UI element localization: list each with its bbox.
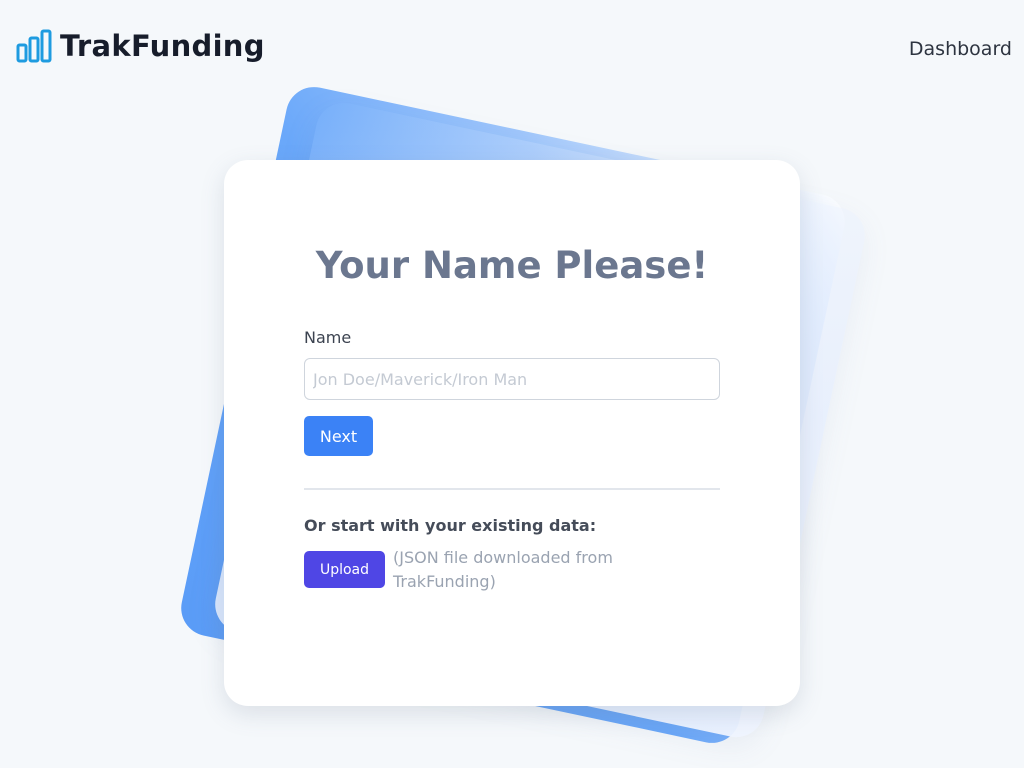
header: TrakFunding Dashboard bbox=[0, 0, 1024, 96]
nav-dashboard-link[interactable]: Dashboard bbox=[909, 38, 1012, 60]
name-field-label: Name bbox=[304, 328, 352, 347]
page-title: Your Name Please! bbox=[315, 244, 709, 287]
page: TrakFunding Dashboard Your Name Please! … bbox=[0, 0, 1024, 768]
next-button[interactable]: Next bbox=[304, 416, 373, 456]
name-form-card: Your Name Please! Name Next Or start wit… bbox=[224, 160, 800, 706]
bar-chart-icon bbox=[16, 28, 52, 64]
existing-data-label: Or start with your existing data: bbox=[304, 516, 597, 535]
brand-logo[interactable]: TrakFunding bbox=[16, 28, 265, 64]
upload-hint: (JSON file downloaded from TrakFunding) bbox=[393, 548, 613, 591]
name-input[interactable] bbox=[304, 358, 720, 400]
upload-button[interactable]: Upload bbox=[304, 551, 385, 588]
divider bbox=[304, 488, 720, 490]
brand-name: TrakFunding bbox=[60, 29, 265, 63]
